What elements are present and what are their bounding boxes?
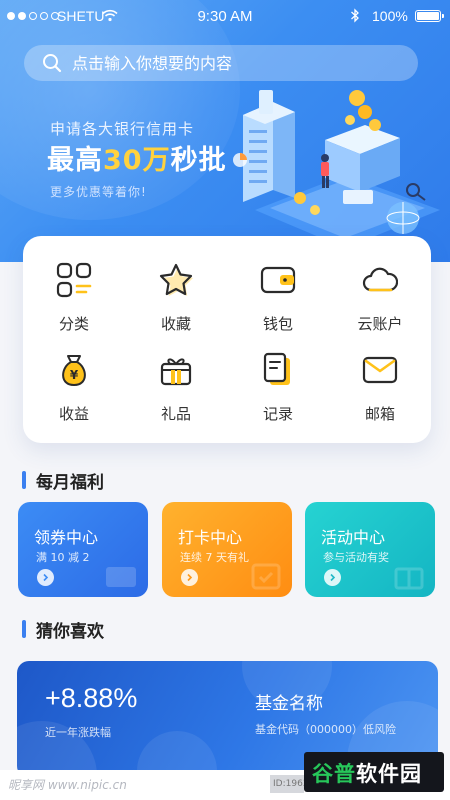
grid-item-earnings[interactable]: ¥ 收益 bbox=[23, 326, 125, 423]
benefit-title: 领券中心 bbox=[34, 528, 99, 547]
benefit-title: 打卡中心 bbox=[178, 528, 243, 547]
grid-item-category[interactable]: 分类 bbox=[23, 236, 125, 333]
fund-code: 基金代码（000000）低风险 bbox=[255, 723, 396, 736]
brand-part-b: 软件园 bbox=[356, 762, 422, 786]
wallet-icon bbox=[260, 266, 296, 294]
section-title-monthly: 每月福利 bbox=[22, 468, 104, 493]
fund-rate: +8.88% bbox=[45, 683, 138, 713]
grid-label: 收益 bbox=[58, 405, 89, 423]
bluetooth-icon bbox=[351, 8, 359, 23]
mail-icon bbox=[362, 356, 398, 384]
watermark-text: 昵享网 www.nipic.cn bbox=[8, 778, 127, 792]
brand-watermark: 谷普软件园 bbox=[304, 752, 444, 792]
brand-part-a: 谷普 bbox=[312, 762, 356, 786]
section-title-guess: 猜你喜欢 bbox=[22, 617, 104, 642]
grid-label: 邮箱 bbox=[364, 405, 395, 423]
battery-percent: 100% bbox=[372, 8, 408, 24]
fund-rate-label: 近一年涨跌幅 bbox=[45, 726, 111, 739]
fund-name: 基金名称 bbox=[255, 694, 323, 714]
grid-item-wallet[interactable]: 钱包 bbox=[227, 236, 329, 333]
grid-item-cloud-account[interactable]: 云账户 bbox=[329, 236, 431, 333]
grid-label: 记录 bbox=[262, 405, 293, 423]
search-bar[interactable] bbox=[24, 45, 418, 81]
svg-text:¥: ¥ bbox=[70, 368, 79, 382]
benefit-subtitle: 参与活动有奖 bbox=[323, 551, 389, 564]
cloud-icon bbox=[362, 267, 398, 292]
hero-banner[interactable]: SHETU 9:30 AM 100% 申请各大银行信用卡 最高30万秒批 更多优… bbox=[0, 0, 450, 262]
search-icon bbox=[43, 54, 62, 73]
benefit-subtitle: 满 10 减 2 bbox=[36, 551, 90, 564]
feature-grid-card: 分类 收藏 钱包 云账户 ¥ 收益 礼品 记录 邮箱 bbox=[23, 236, 431, 443]
benefit-subtitle: 连续 7 天有礼 bbox=[180, 551, 249, 564]
gift-icon bbox=[160, 358, 192, 386]
money-bag-icon: ¥ bbox=[62, 355, 86, 386]
record-icon bbox=[263, 352, 290, 385]
chevron-right-icon[interactable] bbox=[324, 569, 341, 586]
grid-item-records[interactable]: 记录 bbox=[227, 326, 329, 423]
category-icon bbox=[56, 262, 92, 298]
chevron-right-icon[interactable] bbox=[37, 569, 54, 586]
grid-item-gifts[interactable]: 礼品 bbox=[125, 326, 227, 423]
coupon-icon bbox=[106, 567, 136, 587]
star-icon bbox=[159, 263, 193, 296]
gift-icon bbox=[394, 567, 424, 590]
status-bar: SHETU 9:30 AM 100% bbox=[0, 0, 450, 34]
banner-subtitle: 申请各大银行信用卡 bbox=[50, 120, 195, 138]
banner-note: 更多优惠等着你! bbox=[50, 185, 147, 199]
battery-icon bbox=[415, 10, 444, 22]
benefit-title: 活动中心 bbox=[321, 528, 386, 547]
activity-center-card[interactable]: 活动中心 参与活动有奖 bbox=[305, 502, 435, 597]
search-input[interactable] bbox=[72, 45, 402, 81]
calendar-icon bbox=[251, 563, 281, 590]
grid-item-favorites[interactable]: 收藏 bbox=[125, 236, 227, 333]
banner-highlight: 30万 bbox=[103, 145, 171, 176]
chevron-right-icon[interactable] bbox=[181, 569, 198, 586]
watermark-id: ID:1963 bbox=[270, 775, 304, 793]
checkin-center-card[interactable]: 打卡中心 连续 7 天有礼 bbox=[162, 502, 292, 597]
coupon-center-card[interactable]: 领券中心 满 10 减 2 bbox=[18, 502, 148, 597]
grid-item-mail[interactable]: 邮箱 bbox=[329, 326, 431, 423]
banner-headline: 最高30万秒批 bbox=[47, 145, 227, 176]
grid-label: 礼品 bbox=[160, 405, 191, 423]
banner-illustration bbox=[233, 90, 440, 248]
